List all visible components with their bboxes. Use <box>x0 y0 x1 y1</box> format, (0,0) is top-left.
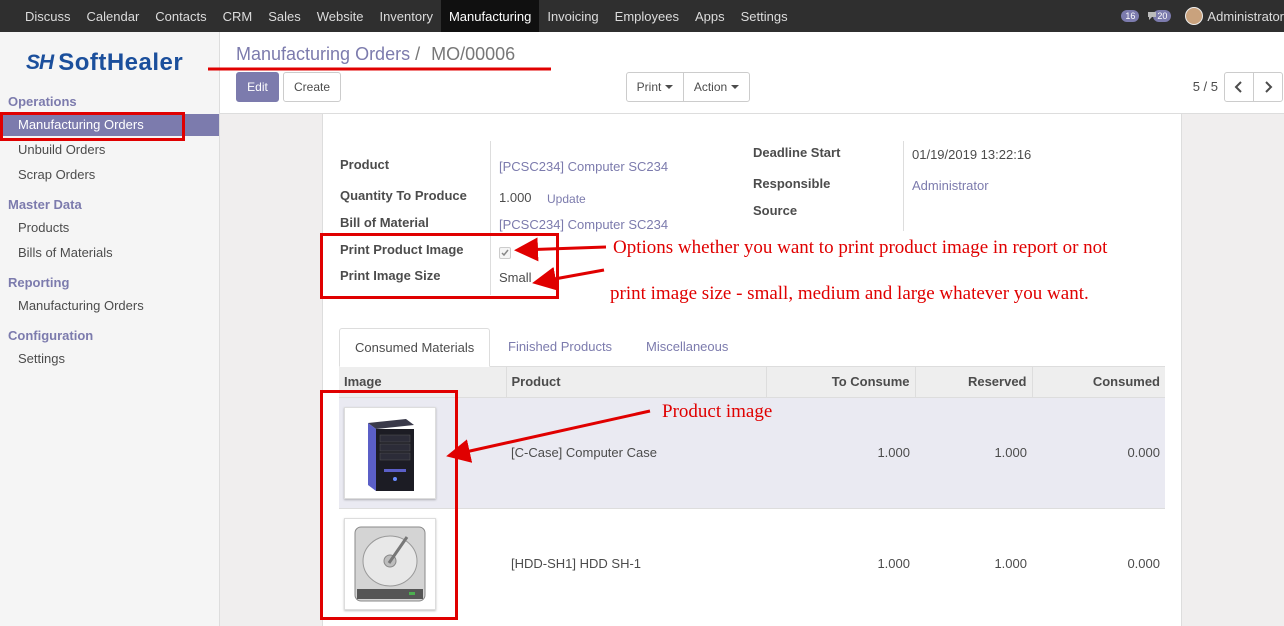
nav-inventory[interactable]: Inventory <box>371 0 440 32</box>
row-product-cell: [HDD-SH1] HDD SH-1 <box>506 507 766 619</box>
print-label: Print <box>636 80 662 94</box>
col-consumed[interactable]: Consumed <box>1032 367 1165 397</box>
control-panel: Manufacturing Orders / MO/00006 Edit Cre… <box>220 32 1284 114</box>
activity-count-badge: 16 <box>1121 10 1140 22</box>
table-row[interactable]: [HDD-SH1] HDD SH-1 1.000 1.000 0.000 <box>339 507 1165 619</box>
user-name[interactable]: Administrator <box>1207 9 1284 24</box>
create-button-label: Create <box>293 80 331 94</box>
sidebar-item-unbuild-orders[interactable]: Unbuild Orders <box>0 139 219 161</box>
nav-website[interactable]: Website <box>309 0 372 32</box>
source-label: Source <box>753 203 798 218</box>
breadcrumb-parent[interactable]: Manufacturing Orders <box>236 44 410 64</box>
edit-button[interactable]: Edit <box>236 72 279 102</box>
print-dropdown[interactable]: Print <box>626 72 684 102</box>
logo-word: SoftHealer <box>58 49 184 76</box>
annotation-box-product-images <box>320 390 458 620</box>
product-label: Product <box>340 157 390 172</box>
app-menu: Discuss Calendar Contacts CRM Sales Webs… <box>17 0 796 32</box>
breadcrumb-separator: / <box>415 44 421 64</box>
qty-field: 1.000 <box>499 190 532 205</box>
update-qty-link[interactable]: Update <box>547 192 586 206</box>
caret-down-icon <box>665 85 674 89</box>
caret-down-icon <box>731 85 740 89</box>
col-reserved[interactable]: Reserved <box>915 367 1033 397</box>
messaging-notification[interactable]: 20 <box>1148 0 1175 32</box>
nav-settings[interactable]: Settings <box>733 0 796 32</box>
action-label: Action <box>693 80 728 94</box>
nav-employees[interactable]: Employees <box>607 0 687 32</box>
annotation-options-note: Options whether you want to print produc… <box>613 237 1108 258</box>
edit-button-label: Edit <box>247 80 268 94</box>
sidebar-item-scrap-orders[interactable]: Scrap Orders <box>0 164 219 186</box>
product-field[interactable]: [PCSC234] Computer SC234 <box>499 159 668 174</box>
col-product[interactable]: Product <box>506 367 767 397</box>
breadcrumb-current: MO/00006 <box>431 44 516 64</box>
tab-miscellaneous[interactable]: Miscellaneous <box>631 328 743 367</box>
nav-calendar[interactable]: Calendar <box>79 0 148 32</box>
sidebar-section-configuration: Configuration <box>8 328 94 343</box>
bom-label: Bill of Material <box>340 215 429 230</box>
annotation-size-note: print image size - small, medium and lar… <box>610 283 1089 304</box>
nav-crm[interactable]: CRM <box>215 0 261 32</box>
chevron-left-icon <box>1234 81 1242 93</box>
sidebar-item-products[interactable]: Products <box>0 217 219 239</box>
nav-manufacturing[interactable]: Manufacturing <box>440 0 540 32</box>
row-reserved-cell: 1.000 <box>915 396 1032 508</box>
deadline-field: 01/19/2019 13:22:16 <box>912 147 1032 162</box>
bom-field[interactable]: [PCSC234] Computer SC234 <box>499 217 668 232</box>
chevron-right-icon <box>1265 81 1273 93</box>
responsible-label: Responsible <box>753 176 831 191</box>
chat-bubble-icon <box>1148 12 1157 20</box>
sidebar-item-settings[interactable]: Settings <box>0 348 219 370</box>
row-consumed-cell: 0.000 <box>1032 507 1165 619</box>
user-avatar[interactable] <box>1185 7 1204 25</box>
create-button[interactable]: Create <box>283 72 341 102</box>
logo-mark: SH <box>26 51 54 74</box>
softhealer-logo: SH SoftHealer <box>0 32 219 94</box>
row-consumed-cell: 0.000 <box>1032 396 1165 508</box>
nav-sales[interactable]: Sales <box>260 0 309 32</box>
label-separator-right <box>903 141 904 231</box>
nav-apps[interactable]: Apps <box>687 0 733 32</box>
responsible-field[interactable]: Administrator <box>912 178 989 193</box>
activity-notification[interactable]: 16 <box>1117 0 1143 32</box>
breadcrumb: Manufacturing Orders / MO/00006 <box>236 44 515 65</box>
annotation-box-sidebar-item <box>0 112 185 141</box>
deadline-label: Deadline Start <box>753 145 841 160</box>
notebook-tabs: Consumed Materials Finished Products Mis… <box>339 328 1165 367</box>
action-dropdown[interactable]: Action <box>683 72 750 102</box>
pager-next-button[interactable] <box>1253 72 1283 102</box>
sidebar-section-operations: Operations <box>8 94 77 109</box>
annotation-box-print-options <box>320 233 559 299</box>
qty-label: Quantity To Produce <box>340 188 467 203</box>
col-to-consume[interactable]: To Consume <box>766 367 916 397</box>
row-to-consume-cell: 1.000 <box>766 507 915 619</box>
sidebar-section-reporting: Reporting <box>8 275 70 290</box>
row-reserved-cell: 1.000 <box>915 507 1032 619</box>
tab-finished-products[interactable]: Finished Products <box>493 328 627 367</box>
top-navbar: Discuss Calendar Contacts CRM Sales Webs… <box>0 0 1284 32</box>
sidebar-item-bills-of-materials[interactable]: Bills of Materials <box>0 242 219 264</box>
nav-invoicing[interactable]: Invoicing <box>539 0 606 32</box>
pager-previous-button[interactable] <box>1224 72 1254 102</box>
nav-discuss[interactable]: Discuss <box>17 0 79 32</box>
nav-contacts[interactable]: Contacts <box>147 0 214 32</box>
pager-value: 5 / 5 <box>1192 79 1218 94</box>
tab-consumed-materials[interactable]: Consumed Materials <box>339 328 491 367</box>
annotation-image-note: Product image <box>662 401 773 422</box>
sidebar-section-master-data: Master Data <box>8 197 82 212</box>
sidebar-item-reporting-manufacturing-orders[interactable]: Manufacturing Orders <box>0 295 219 317</box>
row-to-consume-cell: 1.000 <box>766 396 915 508</box>
